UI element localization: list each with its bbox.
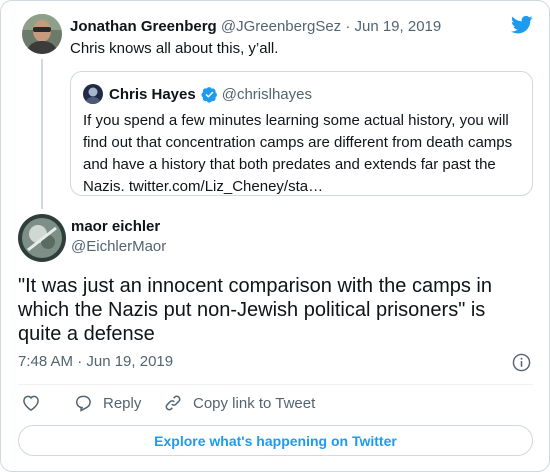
explore-twitter-button[interactable]: Explore what's happening on Twitter — [18, 425, 533, 456]
quoted-tweet-header: Chris Hayes @chrislhayes — [109, 86, 312, 103]
author-name[interactable]: maor eichler — [71, 218, 160, 235]
author-handle-date[interactable]: @JGreenbergSez · Jun 19, 2019 — [221, 18, 441, 35]
thread-connector-line — [41, 59, 43, 209]
link-icon — [165, 395, 181, 411]
copy-link-button[interactable]: Copy link to Tweet — [163, 393, 315, 413]
tweet-timestamp[interactable]: 7:48 AM · Jun 19, 2019 — [18, 353, 173, 370]
heart-icon — [23, 395, 39, 411]
reply-icon — [75, 395, 91, 412]
parent-tweet-header: Jonathan Greenberg @JGreenbergSez · Jun … — [70, 18, 441, 35]
avatar[interactable] — [22, 14, 62, 54]
parent-tweet[interactable]: Jonathan Greenberg @JGreenbergSez · Jun … — [1, 1, 549, 209]
parent-tweet-text: Chris knows all about this, y’all. — [70, 40, 279, 57]
tweet-text: "It was just an innocent comparison with… — [18, 275, 492, 345]
tweet-embed-card: Jonathan Greenberg @JGreenbergSez · Jun … — [0, 0, 550, 472]
author-name[interactable]: Jonathan Greenberg — [70, 18, 217, 35]
avatar[interactable] — [18, 214, 66, 262]
quoted-author-handle[interactable]: @chrislhayes — [222, 86, 312, 103]
quoted-author-name[interactable]: Chris Hayes — [109, 86, 196, 103]
tweet-actions: Reply Copy link to Tweet — [1, 385, 549, 425]
quoted-avatar[interactable] — [83, 84, 103, 104]
twitter-bird-icon[interactable] — [511, 15, 533, 35]
quoted-tweet[interactable]: Chris Hayes @chrislhayes If you spend a … — [70, 71, 533, 196]
author-handle[interactable]: @EichlerMaor — [71, 238, 166, 255]
reply-button[interactable]: Reply — [73, 393, 141, 413]
info-icon[interactable] — [512, 353, 531, 372]
quoted-tweet-text: If you spend a few minutes learning some… — [83, 112, 513, 195]
verified-badge-icon — [201, 87, 217, 103]
reply-label: Reply — [103, 394, 142, 412]
copy-link-label: Copy link to Tweet — [193, 394, 316, 412]
like-button[interactable] — [21, 393, 51, 413]
